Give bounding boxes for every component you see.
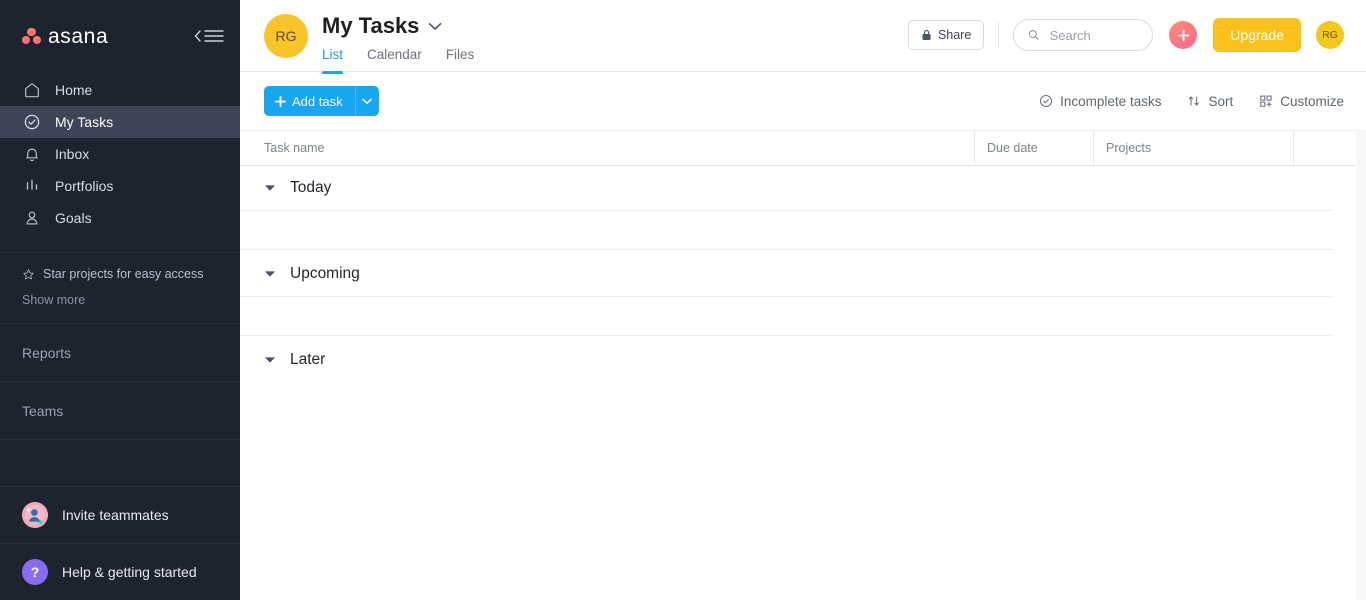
toolbar-right: Incomplete tasks Sort Customize	[1039, 94, 1344, 109]
sidebar-item-label: Inbox	[55, 146, 90, 162]
asana-logo-text: asana	[48, 24, 109, 48]
grid-plus-icon	[1260, 95, 1272, 107]
share-button[interactable]: Share	[907, 20, 985, 50]
search-box[interactable]	[1013, 19, 1154, 51]
task-section-label: Later	[290, 351, 326, 368]
invite-teammates-button[interactable]: Invite teammates	[0, 487, 240, 543]
tab-list[interactable]: List	[322, 47, 344, 75]
add-task-main[interactable]: Add task	[264, 86, 355, 116]
customize-button[interactable]: Customize	[1259, 94, 1344, 109]
invite-teammates-icon	[22, 502, 48, 528]
page-header: RG My Tasks List Calendar Files Share Se…	[240, 0, 1366, 75]
check-circle-icon	[1040, 94, 1053, 108]
check-circle-icon	[22, 112, 42, 132]
add-task-dropdown-button[interactable]	[354, 86, 379, 116]
vertical-scrollbar[interactable]	[1356, 130, 1366, 600]
task-section-today[interactable]: Today	[240, 166, 1366, 210]
task-section-label: Upcoming	[290, 265, 360, 282]
tab-calendar[interactable]: Calendar	[367, 47, 422, 74]
sort-button[interactable]: Sort	[1187, 94, 1233, 109]
sidebar-item-label: Goals	[55, 210, 92, 226]
sidebar-section-label: Reports	[22, 344, 72, 361]
help-getting-started-label: Help & getting started	[62, 564, 197, 580]
main-content: RG My Tasks List Calendar Files Share Se…	[240, 0, 1366, 600]
task-section-empty-row[interactable]	[240, 210, 1334, 250]
share-label: Share	[937, 28, 972, 42]
page-title: My Tasks	[322, 13, 420, 38]
page-header-titles: My Tasks List Calendar Files	[322, 13, 475, 75]
bell-icon	[22, 144, 42, 164]
asana-logo-dots-icon	[22, 27, 41, 45]
add-task-button[interactable]: Add task	[264, 86, 379, 116]
home-icon	[22, 80, 42, 100]
sidebar-item-my-tasks[interactable]: My Tasks	[0, 106, 240, 138]
page-title-chevron-down-icon[interactable]	[428, 22, 442, 31]
plus-icon	[275, 95, 286, 107]
page-title-row: My Tasks	[322, 13, 474, 38]
bar-chart-icon	[22, 176, 42, 196]
sort-label: Sort	[1208, 93, 1234, 109]
chevron-down-icon	[362, 98, 372, 104]
show-more-button[interactable]: Show more	[0, 281, 240, 323]
tab-files[interactable]: Files	[446, 47, 475, 74]
task-section-upcoming[interactable]: Upcoming	[240, 252, 1366, 296]
sidebar-section-reports[interactable]: Reports	[0, 324, 240, 381]
search-input[interactable]	[1049, 27, 1139, 43]
hamburger-icon	[204, 30, 224, 42]
chevron-left-icon	[194, 30, 201, 42]
column-header-due-date[interactable]: Due date	[974, 131, 1093, 165]
goal-person-icon	[22, 208, 42, 228]
sidebar-item-label: My Tasks	[55, 114, 114, 130]
invite-teammates-label: Invite teammates	[62, 507, 169, 523]
sidebar-collapse-button[interactable]	[194, 29, 224, 43]
upgrade-button[interactable]: Upgrade	[1213, 18, 1301, 52]
caret-down-icon[interactable]	[264, 270, 276, 278]
caret-down-icon[interactable]	[264, 184, 276, 192]
sidebar-item-goals[interactable]: Goals	[0, 202, 240, 234]
caret-down-icon[interactable]	[264, 356, 276, 364]
header-divider	[998, 22, 1000, 48]
star-projects-label: Star projects for easy access	[43, 267, 204, 281]
sidebar-header: asana	[0, 0, 240, 72]
table-header-row: Task name Due date Projects	[240, 130, 1366, 166]
help-getting-started-button[interactable]: ? Help & getting started	[0, 544, 240, 600]
lock-icon	[922, 29, 931, 41]
page-header-right: Share Upgrade RG	[907, 0, 1366, 52]
add-task-label: Add task	[292, 93, 343, 109]
user-avatar[interactable]: RG	[1316, 21, 1344, 49]
incomplete-tasks-filter-button[interactable]: Incomplete tasks	[1039, 94, 1161, 109]
sidebar: asana Home My Tasks Inbox Portfolios Goa…	[0, 0, 240, 600]
sidebar-section-teams[interactable]: Teams	[0, 382, 240, 439]
task-table: Task name Due date Projects Today Upcomi…	[240, 130, 1366, 600]
tasks-toolbar: Add task Incomplete tasks Sort Customize	[240, 72, 1366, 130]
search-icon	[1029, 30, 1039, 41]
page-header-left: RG My Tasks List Calendar Files	[240, 0, 475, 75]
customize-label: Customize	[1280, 93, 1344, 109]
star-icon	[23, 268, 34, 279]
sidebar-item-home[interactable]: Home	[0, 74, 240, 106]
incomplete-tasks-label: Incomplete tasks	[1060, 93, 1162, 109]
view-tabs: List Calendar Files	[322, 47, 475, 75]
sidebar-item-inbox[interactable]: Inbox	[0, 138, 240, 170]
sidebar-item-portfolios[interactable]: Portfolios	[0, 170, 240, 202]
star-projects-hint[interactable]: Star projects for easy access	[0, 253, 240, 281]
sidebar-item-label: Portfolios	[55, 178, 114, 194]
help-question-icon: ?	[22, 559, 48, 585]
task-section-empty-row[interactable]	[240, 296, 1334, 336]
asana-logo[interactable]: asana	[22, 26, 108, 47]
column-header-task-name[interactable]: Task name	[240, 131, 974, 165]
column-header-projects[interactable]: Projects	[1093, 131, 1293, 165]
sort-arrows-icon	[1189, 96, 1200, 106]
quick-add-button[interactable]	[1169, 21, 1198, 49]
plus-icon	[1177, 29, 1189, 41]
sidebar-item-label: Home	[55, 82, 93, 98]
avatar[interactable]: RG	[264, 14, 308, 58]
task-section-later[interactable]: Later	[240, 338, 1366, 382]
sidebar-section-label: Teams	[22, 402, 64, 419]
task-section-label: Today	[290, 179, 332, 196]
sidebar-nav: Home My Tasks Inbox Portfolios Goals	[0, 72, 240, 234]
app-root: asana Home My Tasks Inbox Portfolios Goa…	[0, 0, 1366, 600]
